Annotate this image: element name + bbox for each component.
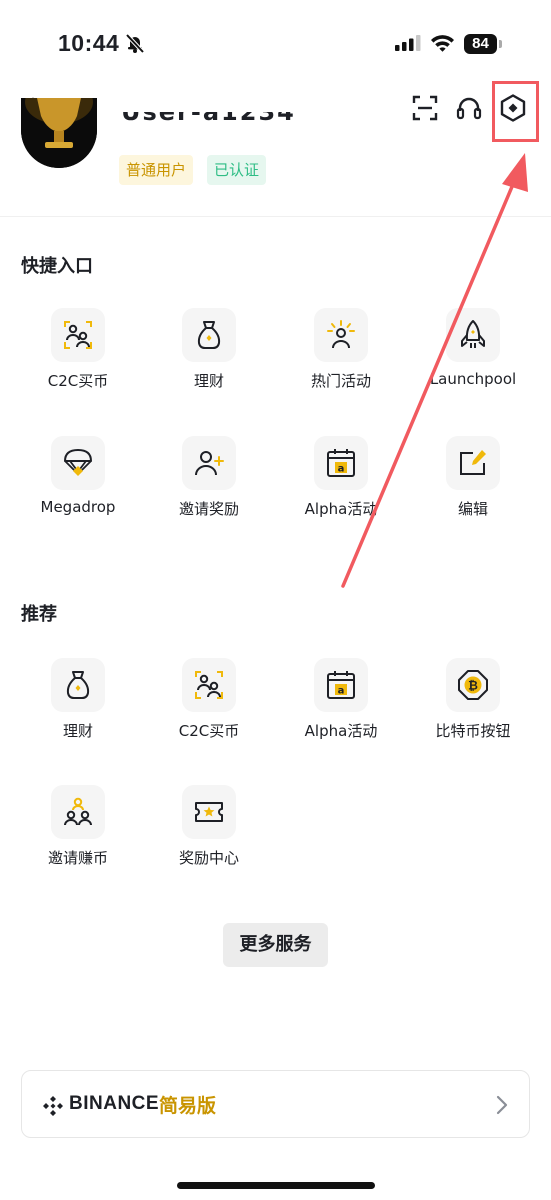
scan-button[interactable] xyxy=(411,94,439,122)
group-invite-icon xyxy=(64,797,92,826)
rocket-icon xyxy=(461,320,485,348)
calendar-alpha-icon: a xyxy=(327,449,355,477)
home-indicator xyxy=(177,1182,375,1189)
recommended-bitcoin-button[interactable]: ₿ 比特币按钮 xyxy=(408,658,538,768)
status-bar: 10:44 84 xyxy=(0,0,551,90)
svg-text:₿: ₿ xyxy=(468,679,478,693)
username: User-a1234 xyxy=(121,112,296,140)
shortcut-hot-events[interactable]: 热门活动 xyxy=(276,308,406,418)
battery-level: 84 xyxy=(464,34,497,54)
annotation-highlight-box xyxy=(492,81,539,142)
recommended-label: 理财 xyxy=(62,722,93,740)
recommended-label: 比特币按钮 xyxy=(435,722,511,740)
avatar[interactable] xyxy=(21,98,97,168)
more-services-button[interactable]: 更多服务 xyxy=(223,923,328,967)
recommended-label: Alpha活动 xyxy=(304,722,378,740)
shortcut-hot-events-icon-box xyxy=(314,308,368,362)
bell-muted-icon xyxy=(125,33,145,54)
c2c-users-icon xyxy=(195,671,223,699)
bitcoin-octagon-icon: ₿ xyxy=(458,670,488,700)
moneybag-icon xyxy=(197,321,221,349)
svg-text:a: a xyxy=(338,686,345,697)
recommended-invite-earn[interactable]: 邀请赚币 xyxy=(13,785,143,895)
shortcut-invite-rewards[interactable]: 邀请奖励 xyxy=(144,436,274,546)
shortcut-earn[interactable]: 理财 xyxy=(144,308,274,418)
user-type-badge[interactable]: 普通用户 xyxy=(119,155,194,185)
shortcut-invite-rewards-icon-box xyxy=(182,436,236,490)
shortcut-label: 热门活动 xyxy=(310,372,371,390)
recommended-rewards-center[interactable]: 奖励中心 xyxy=(144,785,274,895)
spotlight-person-icon xyxy=(327,320,355,349)
edit-icon xyxy=(460,450,486,475)
shortcut-label: Alpha活动 xyxy=(304,500,378,518)
c2c-users-icon xyxy=(64,321,92,349)
shortcut-edit[interactable]: 编辑 xyxy=(408,436,538,546)
recommended-earn[interactable]: 理财 xyxy=(13,658,143,768)
shortcut-label: C2C买币 xyxy=(47,372,109,390)
recommended-earn-icon-box xyxy=(51,658,105,712)
moneybag-icon xyxy=(66,671,90,699)
recommended-c2c-buy-icon-box xyxy=(182,658,236,712)
svg-text:a: a xyxy=(338,464,345,475)
shortcut-launchpool[interactable]: Launchpool xyxy=(408,308,538,418)
add-person-icon xyxy=(195,451,224,476)
wifi-icon xyxy=(431,35,454,52)
recommended-title: 推荐 xyxy=(21,604,57,625)
shortcut-launchpool-icon-box xyxy=(446,308,500,362)
recommended-label: 奖励中心 xyxy=(178,849,239,867)
ticket-star-icon xyxy=(195,802,223,822)
binance-brand-text: BINANCE xyxy=(69,1093,160,1114)
battery-tip xyxy=(499,40,502,48)
shortcut-alpha-events[interactable]: a Alpha活动 xyxy=(276,436,406,546)
recommended-label: 邀请赚币 xyxy=(47,849,108,867)
recommended-bitcoin-button-icon-box: ₿ xyxy=(446,658,500,712)
binance-logo-icon xyxy=(43,1096,63,1116)
recommended-label: C2C买币 xyxy=(178,722,240,740)
shortcut-megadrop-icon-box xyxy=(51,436,105,490)
battery-indicator: 84 xyxy=(464,34,502,54)
shortcut-earn-icon-box xyxy=(182,308,236,362)
binance-lite-banner[interactable]: BINANCE 简易版 xyxy=(21,1070,530,1138)
shortcut-c2c-buy[interactable]: C2C买币 xyxy=(13,308,143,418)
annotation-arrow xyxy=(341,153,528,588)
trophy-avatar-icon xyxy=(21,98,97,168)
recommended-alpha-events-icon-box: a xyxy=(314,658,368,712)
verified-badge[interactable]: 已认证 xyxy=(207,155,267,185)
calendar-alpha-icon: a xyxy=(327,671,355,699)
shortcut-label: 邀请奖励 xyxy=(178,500,239,518)
parachute-icon xyxy=(64,449,92,476)
recommended-alpha-events[interactable]: a Alpha活动 xyxy=(276,658,406,768)
username-text: User-a1234 xyxy=(121,112,296,126)
shortcuts-title: 快捷入口 xyxy=(21,256,93,277)
shortcut-label: 编辑 xyxy=(457,500,488,518)
shortcut-label: Megadrop xyxy=(40,498,116,516)
headset-support-button[interactable] xyxy=(455,94,483,122)
lite-mode-text: 简易版 xyxy=(159,1095,217,1117)
shortcut-c2c-buy-icon-box xyxy=(51,308,105,362)
shortcut-megadrop[interactable]: Megadrop xyxy=(13,436,143,546)
recommended-rewards-center-icon-box xyxy=(182,785,236,839)
shortcut-edit-icon-box xyxy=(446,436,500,490)
recommended-c2c-buy[interactable]: C2C买币 xyxy=(144,658,274,768)
status-time: 10:44 xyxy=(58,30,120,56)
recommended-invite-earn-icon-box xyxy=(51,785,105,839)
section-divider xyxy=(0,216,551,217)
shortcut-label: 理财 xyxy=(193,372,224,390)
cellular-signal-icon xyxy=(395,35,421,51)
chevron-right-icon xyxy=(496,1095,508,1115)
shortcut-label: Launchpool xyxy=(429,370,517,388)
shortcut-alpha-events-icon-box: a xyxy=(314,436,368,490)
